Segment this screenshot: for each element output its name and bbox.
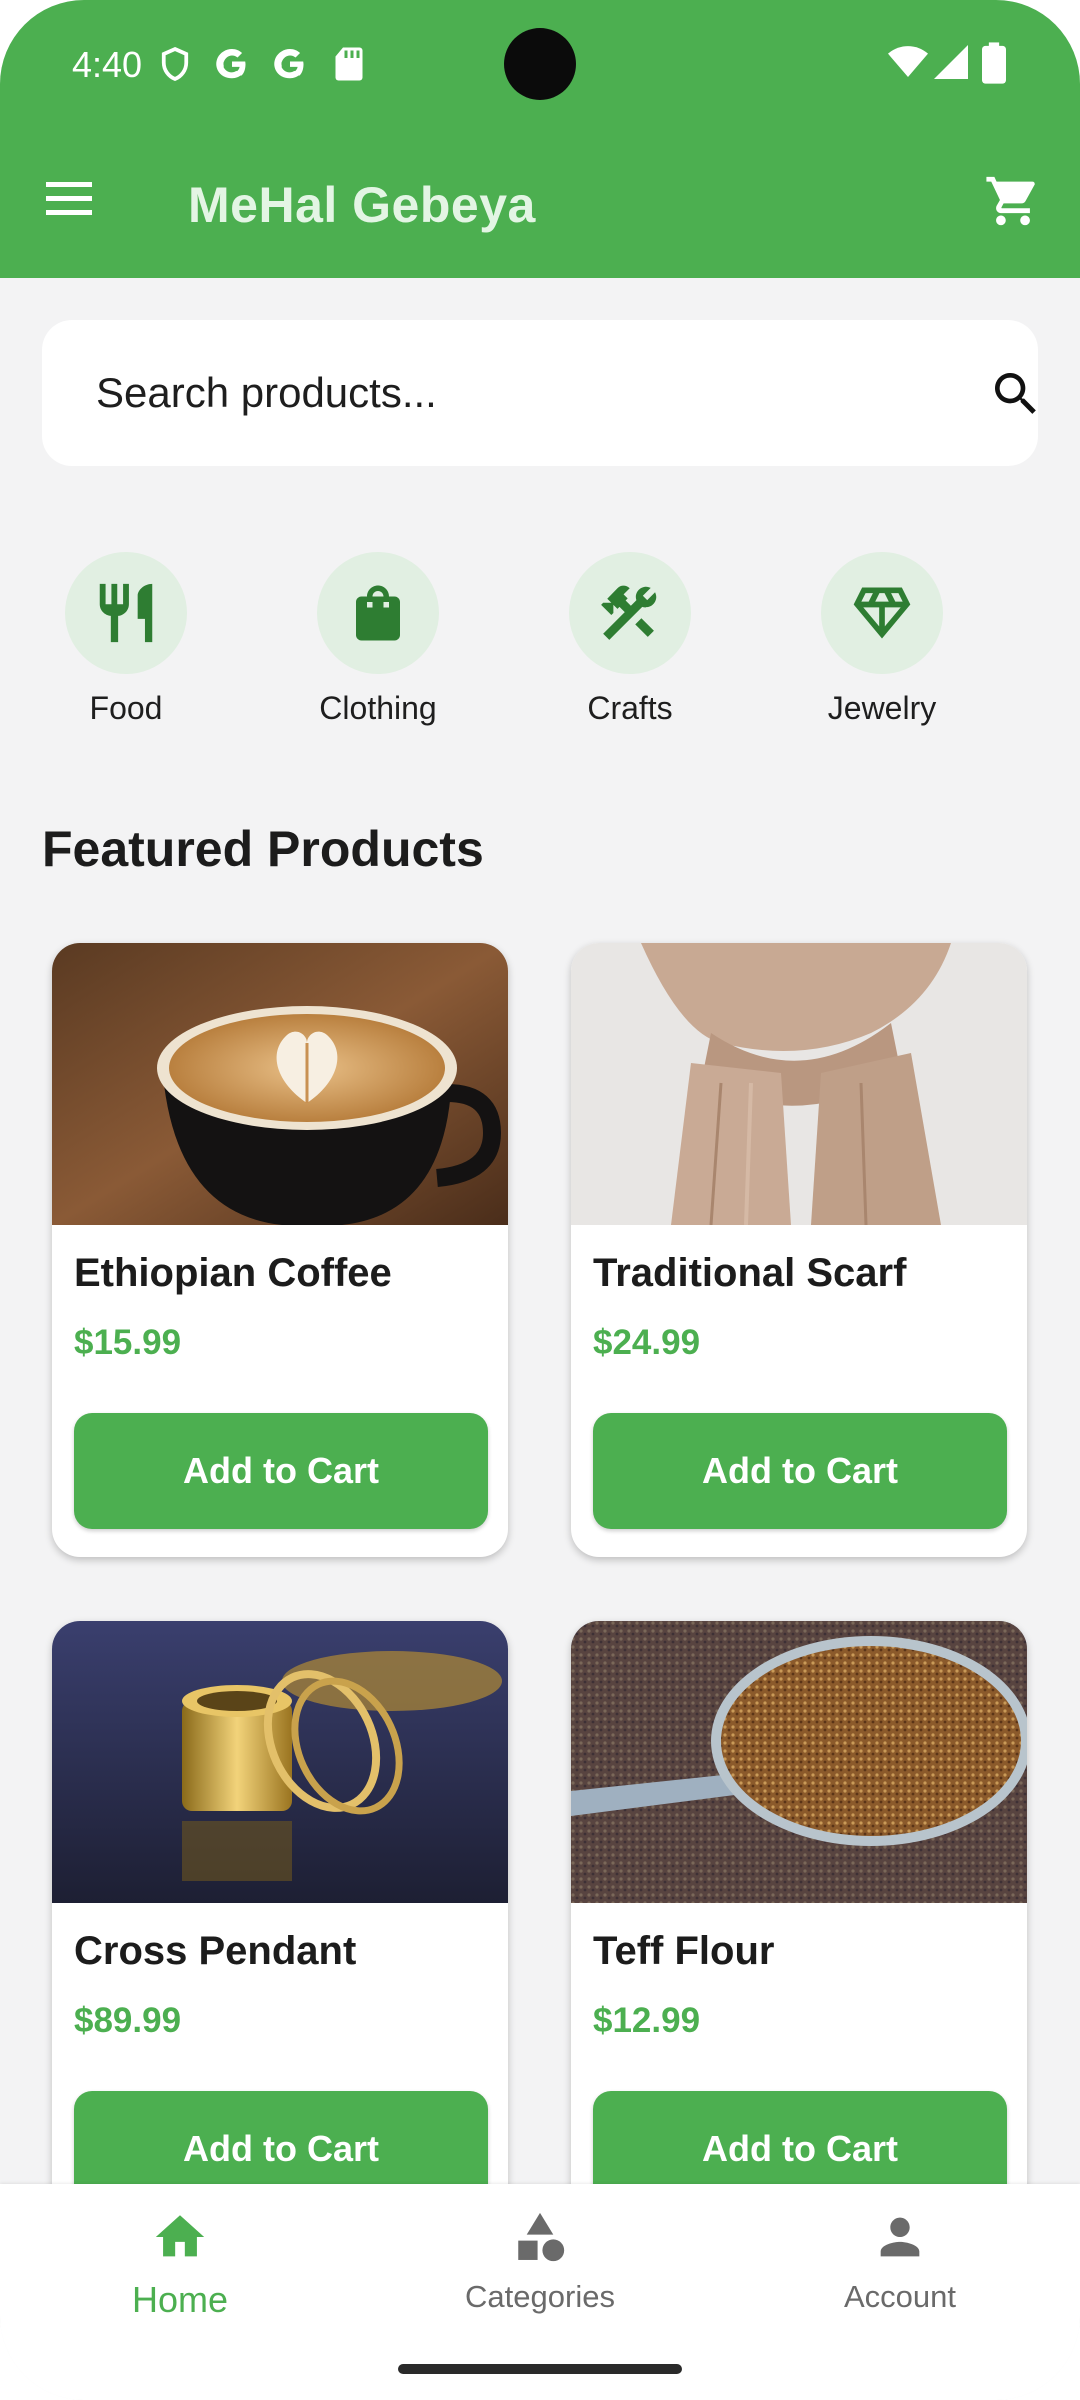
nav-categories[interactable]: Categories (410, 2208, 670, 2315)
nav-label: Categories (465, 2279, 615, 2314)
category-label: Jewelry (827, 690, 937, 726)
diamond-icon (853, 587, 911, 639)
product-image-pendant (52, 1621, 508, 1903)
restaurant-icon (99, 583, 153, 643)
nav-label: Account (843, 2279, 956, 2314)
hammer-wrench-icon (601, 585, 657, 640)
category-clothing[interactable]: Clothing (288, 552, 468, 727)
google-icon (274, 49, 304, 79)
status-time: 4:40 (72, 44, 143, 85)
add-to-cart-button[interactable]: Add to Cart (593, 1413, 1007, 1529)
person-icon (880, 2217, 920, 2257)
category-label: Clothing (319, 690, 437, 726)
product-card[interactable]: Ethiopian Coffee $15.99 Add to Cart (52, 943, 508, 1557)
category-crafts[interactable]: Crafts (540, 552, 720, 727)
category-icon-circle (317, 552, 439, 674)
category-icon-circle (569, 552, 691, 674)
nav-home[interactable]: Home (50, 2208, 310, 2321)
sd-card-icon (335, 47, 363, 81)
nav-account[interactable]: Account (770, 2208, 1030, 2315)
product-price: $12.99 (593, 2001, 701, 2040)
search-input[interactable] (96, 368, 916, 418)
product-name: Traditional Scarf (593, 1251, 907, 1295)
category-icon-circle (65, 552, 187, 674)
category-icon-circle (821, 552, 943, 674)
category-label: Food (89, 690, 163, 726)
product-card[interactable]: Cross Pendant $89.99 Add to Cart (52, 1621, 508, 2235)
product-image-coffee (52, 943, 508, 1225)
app-screen: 4:40 MeHal Gebeya Search products... Foo… (0, 0, 1080, 2400)
gesture-home-indicator[interactable] (398, 2364, 682, 2374)
front-camera (504, 28, 576, 100)
product-price: $89.99 (74, 2001, 182, 2040)
signal-icon (934, 45, 968, 79)
app-title: MeHal Gebeya (188, 177, 536, 233)
menu-icon (46, 182, 92, 215)
shopping-bag-icon (356, 585, 400, 641)
shopping-cart-icon (986, 176, 1035, 226)
product-name: Teff Flour (593, 1929, 775, 1973)
category-jewelry[interactable]: Jewelry (792, 552, 972, 727)
product-image-scarf (571, 943, 1027, 1225)
wifi-icon (888, 46, 928, 77)
category-food[interactable]: Food (36, 552, 216, 727)
add-to-cart-button[interactable]: Add to Cart (74, 1413, 488, 1529)
shield-icon (161, 46, 189, 82)
search-bar (42, 320, 1038, 466)
product-price: $24.99 (593, 1323, 701, 1362)
google-icon (216, 49, 246, 79)
nav-label: Home (131, 2279, 229, 2320)
product-price: $15.99 (74, 1323, 182, 1362)
product-image-teff (571, 1621, 1027, 1903)
product-card[interactable]: Traditional Scarf $24.99 Add to Cart (571, 943, 1027, 1557)
menu-button[interactable] (44, 180, 104, 230)
app-bar: 4:40 MeHal Gebeya (0, 0, 1080, 278)
product-card[interactable]: Teff Flour $12.99 Add to Cart (571, 1621, 1027, 2235)
product-name: Cross Pendant (74, 1929, 357, 1973)
product-name: Ethiopian Coffee (74, 1251, 392, 1295)
category-label: Crafts (587, 690, 673, 726)
featured-products-title: Featured Products (42, 821, 484, 877)
search-icon[interactable] (988, 366, 1044, 422)
battery-icon (982, 42, 1006, 84)
status-bar: 4:40 (0, 0, 1080, 130)
categories-icon (518, 2212, 565, 2262)
cart-button[interactable] (984, 172, 1048, 236)
home-icon (155, 2215, 205, 2257)
